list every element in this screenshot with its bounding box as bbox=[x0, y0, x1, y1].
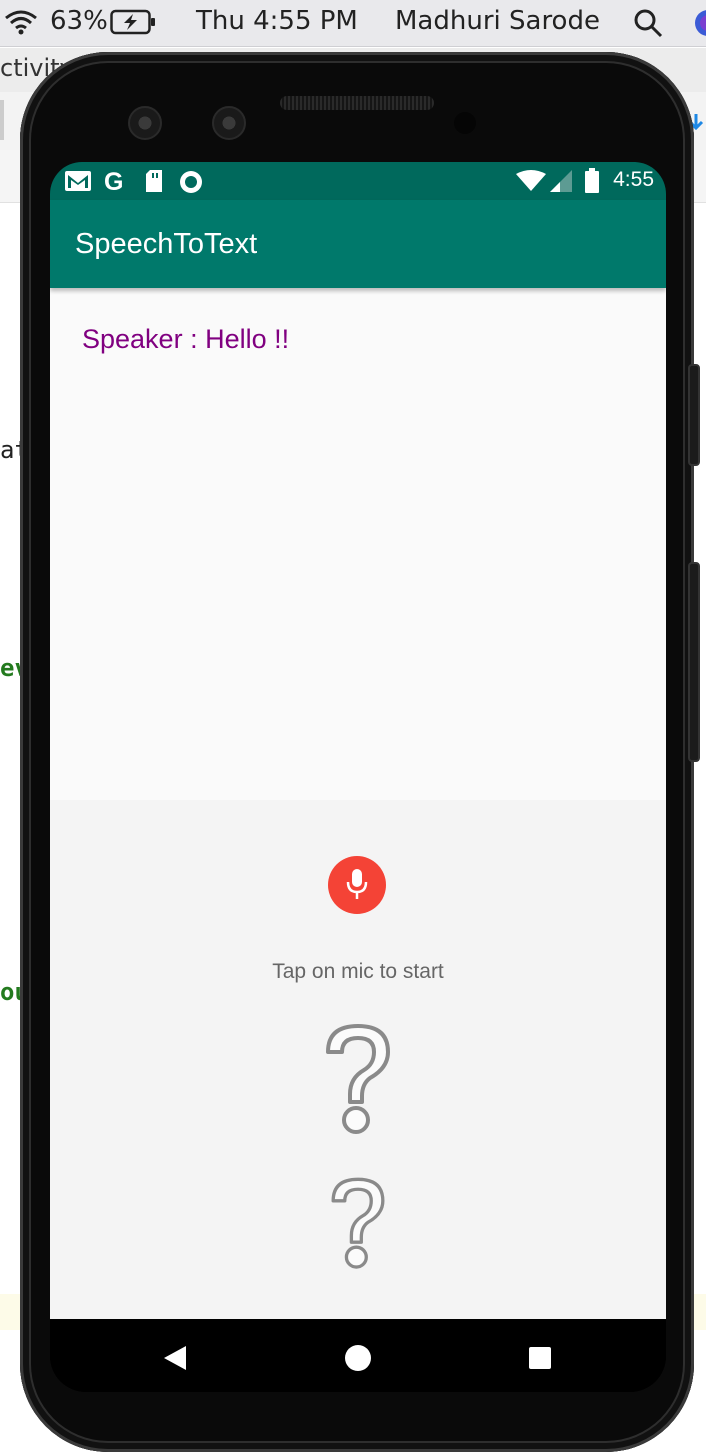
mac-menu-bar: 63% Thu 4:55 PM Madhuri Sarode bbox=[0, 0, 706, 47]
battery-percent: 63% bbox=[50, 6, 108, 36]
proximity-sensor bbox=[454, 112, 476, 134]
home-icon[interactable] bbox=[344, 1344, 372, 1372]
question-mark-icon bbox=[326, 1024, 390, 1134]
signal-icon bbox=[550, 170, 572, 197]
mic-icon bbox=[346, 869, 368, 899]
sd-card-icon bbox=[144, 169, 164, 198]
transcript-area: Speaker : Hello !! bbox=[50, 288, 666, 800]
question-mark-icon bbox=[331, 1177, 385, 1269]
earpiece-speaker bbox=[280, 96, 434, 110]
app-title: SpeechToText bbox=[75, 228, 258, 260]
gmail-icon bbox=[64, 169, 92, 198]
menu-user[interactable]: Madhuri Sarode bbox=[395, 6, 600, 36]
android-nav-bar bbox=[50, 1319, 666, 1392]
front-camera bbox=[128, 106, 162, 140]
sync-icon bbox=[178, 169, 204, 200]
siri-icon[interactable] bbox=[694, 8, 706, 45]
mic-hint: Tap on mic to start bbox=[272, 960, 444, 983]
battery-charging-icon[interactable] bbox=[110, 9, 158, 42]
status-time: 4:55 bbox=[613, 168, 654, 191]
volume-button[interactable] bbox=[688, 562, 700, 762]
speech-input-panel: Tap on mic to start bbox=[50, 800, 666, 1319]
wifi-icon bbox=[516, 170, 546, 197]
recents-icon[interactable] bbox=[528, 1346, 552, 1370]
power-button[interactable] bbox=[688, 364, 700, 466]
back-icon[interactable] bbox=[162, 1345, 188, 1371]
menu-clock[interactable]: Thu 4:55 PM bbox=[196, 6, 358, 36]
app-bar: SpeechToText bbox=[50, 200, 666, 288]
battery-icon bbox=[584, 168, 600, 199]
android-status-bar: G 4:55 bbox=[50, 162, 666, 200]
wifi-icon[interactable] bbox=[4, 8, 38, 43]
google-icon: G bbox=[104, 168, 124, 196]
spotlight-search-icon[interactable] bbox=[632, 7, 664, 46]
front-camera-2 bbox=[212, 106, 246, 140]
speaker-text: Speaker : Hello !! bbox=[82, 324, 290, 354]
mic-button[interactable] bbox=[328, 856, 386, 914]
phone-screen: G 4:55 SpeechToText Speaker : Hello !! T… bbox=[50, 162, 666, 1392]
